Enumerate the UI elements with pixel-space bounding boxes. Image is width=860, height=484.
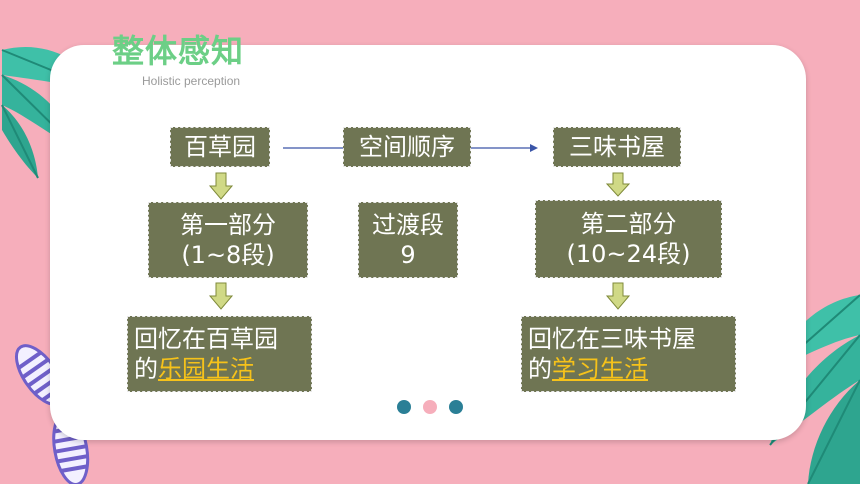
box-baicaoyuan: 百草园 [170, 127, 270, 167]
box-part-one: 第一部分 (1~8段) [148, 202, 308, 278]
box-memory-sanweishuwu-prefix: 的 [528, 355, 552, 383]
box-memory-baicaoyuan-highlight: 乐园生活 [158, 355, 254, 383]
box-transition-line2: 9 [400, 241, 416, 269]
box-spatial-order: 空间顺序 [343, 127, 471, 167]
box-memory-sanweishuwu-line2: 的学习生活 [528, 354, 648, 384]
box-memory-baicaoyuan-line2: 的乐园生活 [134, 354, 254, 384]
down-arrow-right-2-icon [605, 282, 631, 310]
box-memory-sanweishuwu-highlight: 学习生活 [552, 355, 648, 383]
box-memory-baicaoyuan-prefix: 的 [134, 355, 158, 383]
pagination-dot-1[interactable] [397, 400, 411, 414]
down-arrow-right-1-icon [605, 172, 631, 197]
pagination-dot-3[interactable] [449, 400, 463, 414]
box-part-one-line2: (1~8段) [181, 241, 275, 269]
pagination-dot-2[interactable] [423, 400, 437, 414]
box-transition: 过渡段 9 [358, 202, 458, 278]
box-memory-sanweishuwu: 回忆在三味书屋 的学习生活 [521, 316, 736, 392]
box-sanweishuwu: 三味书屋 [553, 127, 681, 167]
box-part-one-line1: 第一部分 [180, 211, 276, 239]
horizontal-arrow-head [530, 144, 538, 152]
box-memory-sanweishuwu-line1: 回忆在三味书屋 [528, 325, 696, 353]
box-part-two-line1: 第二部分 [580, 210, 677, 238]
box-spatial-order-label: 空间顺序 [359, 133, 455, 161]
down-arrow-left-2-icon [208, 282, 234, 310]
box-sanweishuwu-label: 三味书屋 [569, 133, 665, 161]
down-arrow-left-1-icon [208, 172, 234, 200]
box-memory-baicaoyuan-line1: 回忆在百草园 [134, 325, 278, 353]
box-memory-baicaoyuan: 回忆在百草园 的乐园生活 [127, 316, 312, 392]
box-part-two-line2: (10~24段) [566, 240, 691, 268]
box-transition-line1: 过渡段 [372, 211, 444, 239]
box-baicaoyuan-label: 百草园 [184, 133, 256, 161]
box-part-two: 第二部分 (10~24段) [535, 200, 722, 278]
